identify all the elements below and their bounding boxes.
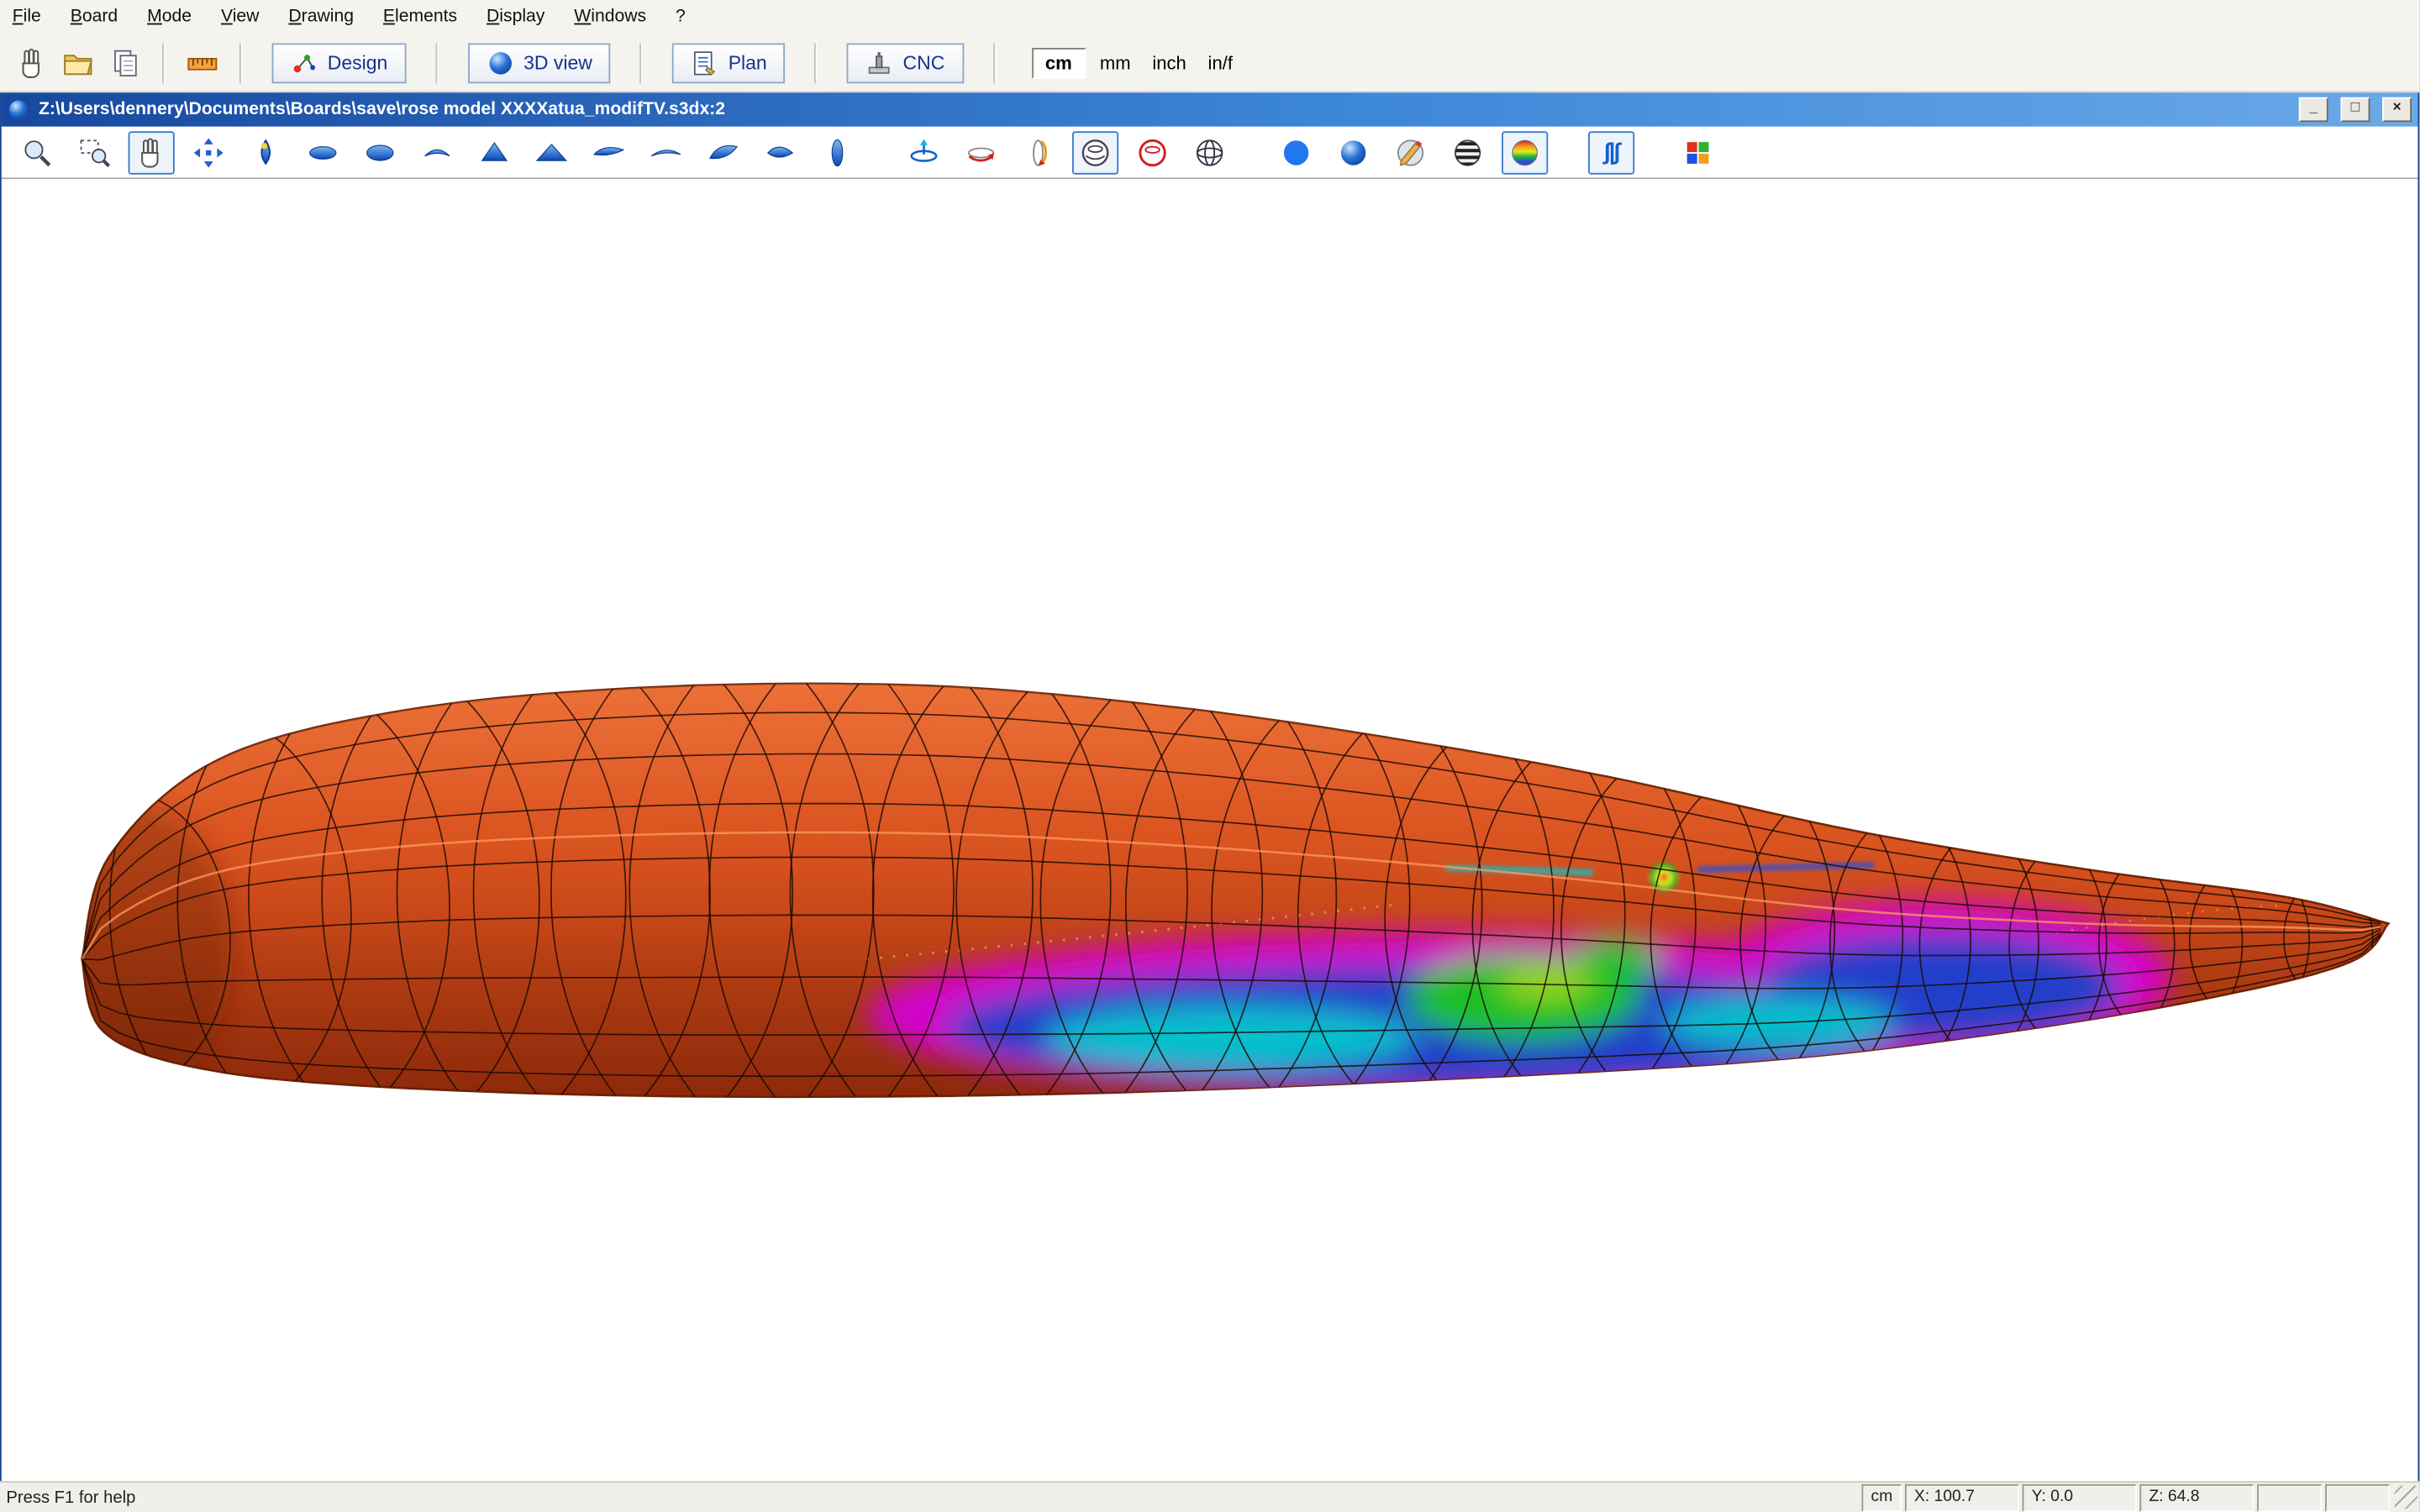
view-toolbar: ∫|∫ — [2, 127, 2418, 180]
pan-hand-icon[interactable] — [129, 130, 175, 173]
status-y: Y: 0.0 — [2023, 1483, 2137, 1511]
flip-board-icon[interactable] — [901, 130, 947, 173]
shape-ellipse-icon[interactable] — [300, 130, 346, 173]
toolbar-separator — [640, 43, 644, 83]
menu-windows[interactable]: Windows — [574, 8, 646, 26]
copy-icon[interactable] — [102, 41, 148, 84]
toolbar-separator — [435, 43, 439, 83]
menu-file[interactable]: File — [13, 8, 41, 26]
menu-elements[interactable]: Elements — [383, 8, 457, 26]
rotate-x-icon[interactable] — [958, 130, 1004, 173]
toolbar-separator — [239, 43, 243, 83]
zebra-render-icon[interactable] — [1444, 130, 1491, 173]
plan-icon — [692, 49, 719, 76]
unit-selector: cm mm inch in/f — [1031, 47, 1240, 78]
rainbow-render-icon[interactable] — [1502, 130, 1548, 173]
minimize-button[interactable]: _ — [2299, 97, 2328, 122]
plan-label: Plan — [729, 52, 767, 74]
status-extra-1 — [2257, 1483, 2322, 1511]
shaded-render-icon[interactable] — [1330, 130, 1376, 173]
rotate-y-icon[interactable] — [1015, 130, 1061, 173]
shape-crescent-thin-icon[interactable] — [643, 130, 689, 173]
3d-view-label: 3D view — [523, 52, 592, 74]
menu-mode[interactable]: Mode — [147, 8, 192, 26]
wireframe-sphere-icon[interactable] — [1186, 130, 1233, 173]
open-icon[interactable] — [55, 41, 102, 84]
unit-inch[interactable]: inch — [1144, 49, 1194, 76]
ruler-icon[interactable] — [179, 41, 225, 84]
sketch-render-icon[interactable] — [1387, 130, 1434, 173]
shape-wave-icon[interactable] — [586, 130, 632, 173]
menu-help[interactable]: ? — [676, 8, 686, 26]
status-extra-2 — [2325, 1483, 2390, 1511]
unit-inf[interactable]: in/f — [1200, 49, 1240, 76]
shape-triangle-icon[interactable] — [471, 130, 518, 173]
toolbar-separator — [815, 43, 818, 83]
unit-cm[interactable]: cm — [1031, 47, 1086, 78]
menu-display[interactable]: Display — [487, 8, 544, 26]
surfboard-3d-render — [2, 179, 2418, 1481]
hand-tool-icon[interactable] — [9, 41, 55, 84]
status-x: X: 100.7 — [1905, 1483, 2019, 1511]
circle-section-icon[interactable] — [1072, 130, 1118, 173]
status-coordinates: cm X: 100.7 Y: 0.0 Z: 64.8 — [1859, 1483, 2419, 1511]
main-toolbar: Design 3D view Plan CNC cm mm inch — [0, 34, 2419, 92]
maximize-button[interactable]: □ — [2340, 97, 2370, 122]
menu-view[interactable]: View — [221, 8, 259, 26]
circle-red-icon[interactable] — [1129, 130, 1176, 173]
menu-drawing[interactable]: Drawing — [288, 8, 354, 26]
cnc-button[interactable]: CNC — [847, 43, 963, 83]
shape-ellipse-thick-icon[interactable] — [357, 130, 403, 173]
window-title: Z:\Users\dennery\Documents\Boards\save\r… — [39, 101, 2286, 119]
design-mode-icon — [291, 49, 318, 76]
shape-vertical-ellipse-icon[interactable] — [814, 130, 860, 173]
unit-mm[interactable]: mm — [1092, 49, 1139, 76]
curvature-flow-icon[interactable]: ∫|∫ — [1588, 130, 1634, 173]
rotate-3d-icon[interactable] — [186, 130, 232, 173]
viewport-3d[interactable] — [2, 179, 2418, 1481]
status-bar: Press F1 for help cm X: 100.7 Y: 0.0 Z: … — [0, 1481, 2419, 1512]
shape-crescent-icon[interactable] — [414, 130, 460, 173]
status-unit: cm — [1862, 1483, 1902, 1511]
zoom-window-icon[interactable] — [71, 130, 118, 173]
cnc-icon — [865, 49, 893, 76]
toolbar-separator — [162, 43, 166, 83]
menu-bar: File Board Mode View Drawing Elements Di… — [0, 0, 2419, 34]
flat-render-icon[interactable] — [1273, 130, 1319, 173]
document-icon — [8, 99, 29, 121]
title-bar[interactable]: Z:\Users\dennery\Documents\Boards\save\r… — [2, 92, 2418, 126]
shape-sail-icon[interactable] — [700, 130, 746, 173]
application-window: File Board Mode View Drawing Elements Di… — [0, 0, 2419, 1512]
pin-icon[interactable] — [243, 130, 289, 173]
zoom-icon[interactable] — [14, 130, 60, 173]
toolbar-separator — [992, 43, 996, 83]
shape-eye-icon[interactable] — [757, 130, 803, 173]
3d-view-button[interactable]: 3D view — [468, 43, 611, 83]
menu-board[interactable]: Board — [71, 8, 118, 26]
design-mode-label: Design — [328, 52, 388, 74]
status-help-text: Press F1 for help — [6, 1488, 135, 1506]
shape-triangle-wide-icon[interactable] — [529, 130, 575, 173]
document-window: Z:\Users\dennery\Documents\Boards\save\r… — [0, 92, 2419, 1481]
3d-view-icon — [487, 49, 514, 76]
plan-button[interactable]: Plan — [673, 43, 786, 83]
design-mode-button[interactable]: Design — [272, 43, 407, 83]
curvature-glyph: ∫|∫ — [1604, 139, 1618, 165]
status-z: Z: 64.8 — [2139, 1483, 2254, 1511]
close-button[interactable]: × — [2382, 97, 2412, 122]
resize-grip[interactable] — [2395, 1486, 2418, 1509]
cnc-label: CNC — [903, 52, 945, 74]
color-tiles-icon[interactable] — [1675, 130, 1721, 173]
